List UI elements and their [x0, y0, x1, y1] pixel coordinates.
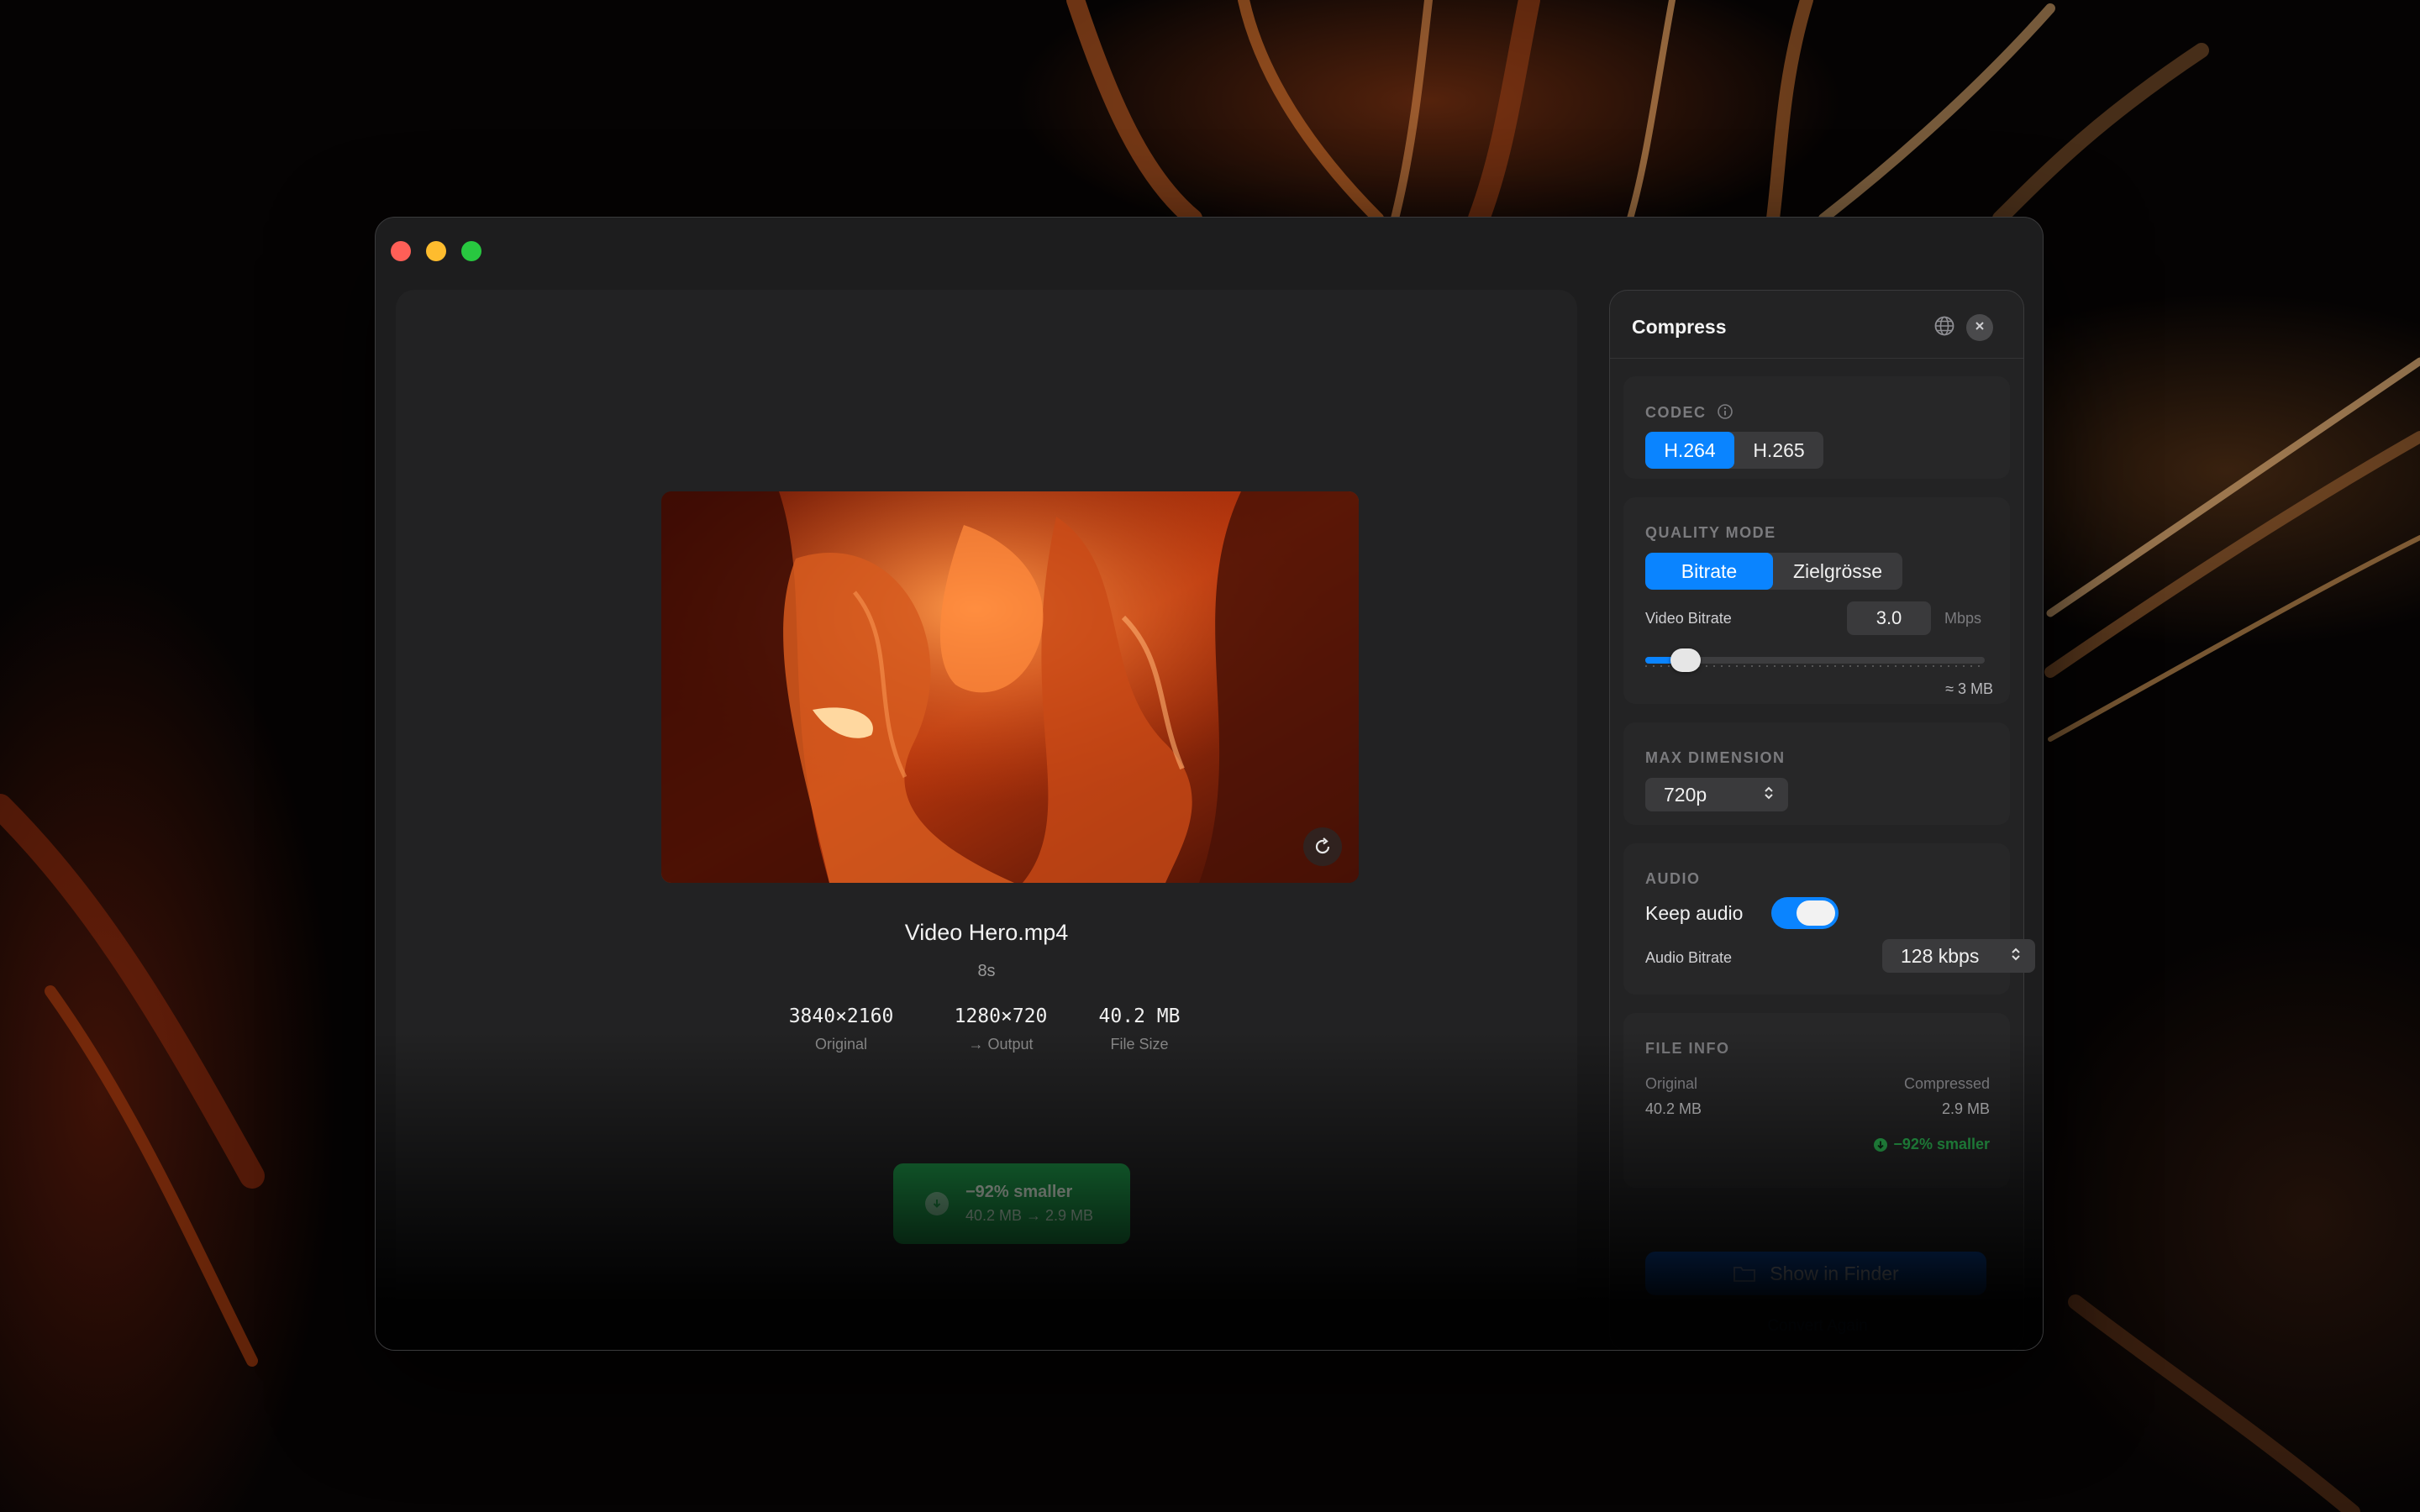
panel-close-button[interactable]	[1966, 314, 1993, 341]
chevron-up-down-icon	[2010, 945, 2022, 968]
estimated-size: ≈ 3 MB	[1945, 680, 1993, 697]
file-name: Video Hero.mp4	[904, 920, 1069, 945]
audio-section: AUDIO Keep audio Audio Bitrate 128 kbps	[1623, 843, 2035, 995]
codec-option-h265[interactable]: H.265	[1734, 432, 1823, 469]
audio-label: AUDIO	[1645, 870, 1701, 887]
stat-value: 1280×720	[954, 1005, 1048, 1027]
show-in-finder-label: Show in Finder	[1770, 1262, 1899, 1284]
keep-audio-toggle[interactable]	[1771, 897, 1839, 929]
panel-divider	[1610, 358, 2023, 359]
max-dimension-section: MAX DIMENSION 720p	[1623, 722, 2010, 825]
download-circle-icon	[1873, 1137, 1888, 1152]
codec-section: CODEC H.264 H.265	[1623, 376, 2010, 479]
quality-mode-section: QUALITY MODE Bitrate Zielgrösse Video Bi…	[1623, 497, 2010, 704]
result-headline: −92% smaller	[965, 1183, 1073, 1201]
result-detail: 40.2 MB → 2.9 MB	[965, 1207, 1094, 1224]
section-label: CODEC	[1645, 403, 1733, 424]
preview-pane: Video Hero.mp4 8s 3840×2160 Original 128…	[396, 290, 1577, 1350]
toggle-knob	[1797, 900, 1835, 926]
stat-original: 3840×2160 Original	[774, 1005, 908, 1053]
stat-output: 1280×720 → Output	[934, 1005, 1068, 1053]
compression-result-badge[interactable]: −92% smaller 40.2 MB → 2.9 MB	[893, 1163, 1130, 1244]
stat-file-size: 40.2 MB File Size	[1081, 1005, 1198, 1053]
video-bitrate-label: Video Bitrate	[1645, 610, 1732, 627]
quality-mode-label: QUALITY MODE	[1645, 524, 1776, 541]
original-size-value: 40.2 MB	[1645, 1100, 1702, 1117]
video-bitrate-unit: Mbps	[1944, 610, 1982, 627]
max-dimension-value: 720p	[1664, 783, 1707, 806]
window-minimize-button[interactable]	[426, 241, 446, 261]
audio-bitrate-select[interactable]: 128 kbps	[1882, 939, 2035, 973]
audio-bitrate-label: Audio Bitrate	[1645, 949, 1733, 966]
quality-option-bitrate[interactable]: Bitrate	[1645, 553, 1773, 590]
savings-indicator: −92% smaller	[1873, 1136, 1990, 1153]
file-info-label: FILE INFO	[1645, 1040, 1730, 1057]
stat-label: → Output	[968, 1036, 1034, 1053]
codec-label: CODEC	[1645, 404, 1707, 421]
folder-icon	[1733, 1264, 1756, 1283]
video-bitrate-input[interactable]: 3.0	[1847, 601, 1931, 635]
download-circle-icon	[925, 1192, 949, 1215]
info-icon[interactable]	[1717, 403, 1733, 424]
savings-text: −92% smaller	[1893, 1136, 1990, 1152]
close-icon	[1974, 320, 1986, 336]
original-size-label: Original	[1645, 1075, 1698, 1092]
file-info-section: FILE INFO Original 40.2 MB Compressed 2.…	[1623, 1013, 2010, 1188]
language-button[interactable]	[1931, 314, 1958, 341]
app-window: Video Hero.mp4 8s 3840×2160 Original 128…	[375, 217, 2044, 1351]
video-thumbnail	[661, 491, 1359, 883]
compress-settings-panel: Compress CODEC H.264 H.265 QUALITY MODE …	[1609, 290, 2035, 1350]
convert-again-link[interactable]: Convert Again	[1610, 1317, 2025, 1336]
window-close-button[interactable]	[391, 241, 411, 261]
show-in-finder-button[interactable]: Show in Finder	[1645, 1252, 1986, 1295]
quality-mode-segmented-control: Bitrate Zielgrösse	[1645, 553, 1902, 590]
slider-knob[interactable]	[1670, 648, 1702, 672]
audio-bitrate-value: 128 kbps	[1901, 944, 1980, 967]
stat-label: Original	[814, 1036, 868, 1053]
stat-value: 40.2 MB	[1098, 1005, 1181, 1027]
chevron-up-down-icon	[1763, 784, 1775, 806]
reset-preview-button[interactable]	[1303, 827, 1342, 866]
rotate-clockwise-icon	[1313, 837, 1333, 857]
stat-value: 3840×2160	[788, 1005, 894, 1027]
keep-audio-label: Keep audio	[1645, 902, 1744, 924]
compressed-size-value: 2.9 MB	[1941, 1100, 1990, 1117]
file-duration: 8s	[977, 962, 996, 980]
compressed-size-label: Compressed	[1903, 1075, 1990, 1092]
globe-icon	[1933, 315, 1955, 341]
panel-title: Compress	[1632, 316, 1727, 338]
max-dimension-select[interactable]: 720p	[1645, 778, 1788, 811]
codec-segmented-control: H.264 H.265	[1645, 432, 1823, 469]
codec-option-h264[interactable]: H.264	[1645, 432, 1734, 469]
stat-label: File Size	[1110, 1036, 1169, 1053]
quality-option-target-size[interactable]: Zielgrösse	[1773, 553, 1902, 590]
max-dimension-label: MAX DIMENSION	[1645, 749, 1786, 766]
window-zoom-button[interactable]	[461, 241, 481, 261]
